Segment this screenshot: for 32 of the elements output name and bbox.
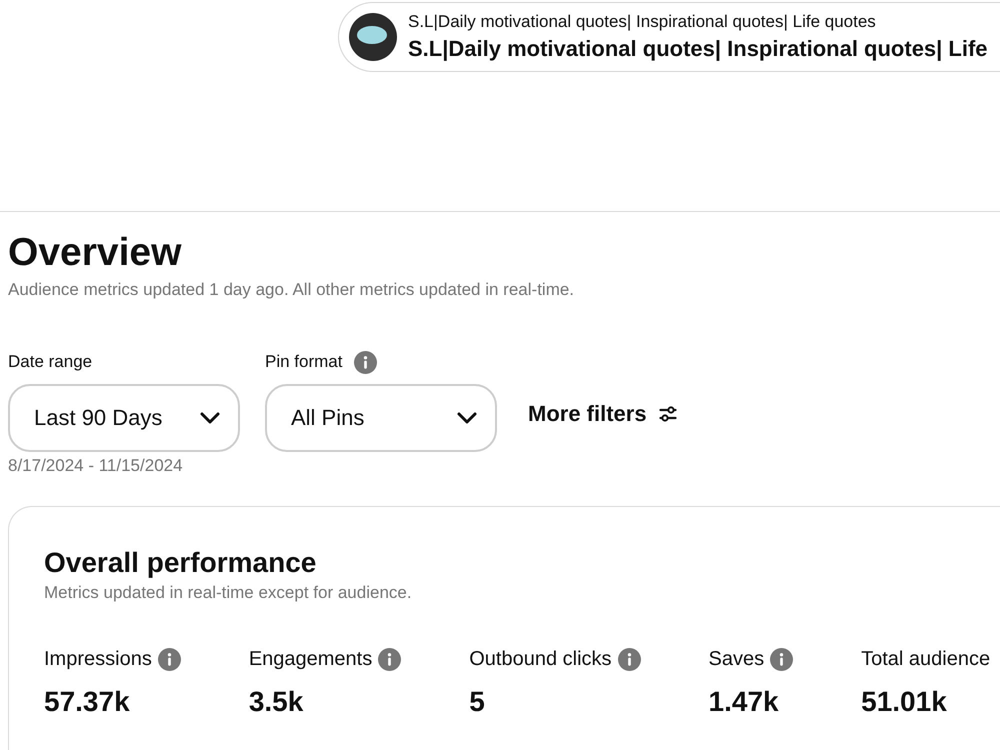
card-title: Overall performance — [44, 547, 318, 579]
card-subtitle: Metrics updated in real-time except for audience. — [44, 583, 413, 603]
info-icon[interactable] — [770, 648, 794, 670]
page-subtitle: Audience metrics updated 1 day ago. All other metrics updated in real-time. — [8, 280, 576, 300]
filter-dropdown[interactable]: Last 90 Days — [8, 384, 240, 452]
filter-dropdown[interactable]: All Pins — [265, 384, 497, 452]
info-icon[interactable] — [378, 648, 402, 670]
metric-label: Engagements — [248, 647, 372, 671]
profile-avatar — [349, 13, 397, 61]
metric-label: Total audience — [861, 647, 990, 671]
profile-name: S.L|Daily motivational quotes| Inspirational quotes| Life — [408, 34, 988, 62]
info-icon[interactable] — [618, 648, 641, 670]
info-icon[interactable] — [158, 648, 181, 670]
metric-value: 51.01k — [861, 686, 948, 718]
chevron-down-icon — [200, 412, 220, 424]
profile-subtitle: S.L|Daily motivational quotes| Inspirational quotes| Life quotes — [408, 12, 877, 32]
metric-value: 1.47k — [708, 686, 780, 718]
more-filters-button[interactable]: More filters — [528, 384, 677, 444]
info-icon[interactable] — [354, 350, 378, 374]
metric-label: Saves — [708, 647, 764, 671]
metric-value: 3.5k — [248, 686, 304, 718]
date-span-text: 8/17/2024 - 11/15/2024 — [8, 456, 184, 476]
metric-label: Outbound clicks — [469, 647, 612, 671]
profile-card[interactable]: S.L|Daily motivational quotes| Inspirational quotes| Life quotes S.L|Daily motivational quotes| Inspirational quotes| Life — [338, 2, 1000, 72]
metric-label: Impressions — [44, 647, 152, 671]
sliders-icon — [658, 406, 677, 422]
metric-value: 5 — [469, 686, 486, 718]
chevron-down-icon — [457, 412, 477, 424]
filter-label: Pin format — [265, 352, 342, 372]
filter-label: Date range — [8, 352, 92, 372]
page-title: Overview — [8, 231, 182, 275]
metric-value: 57.37k — [44, 686, 131, 718]
